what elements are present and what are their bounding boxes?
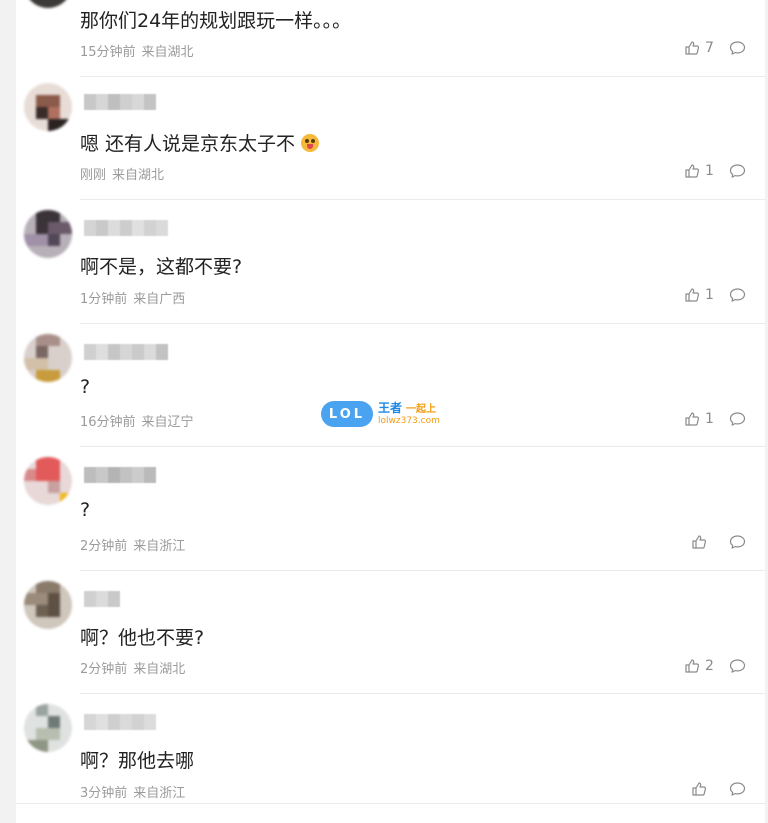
watermark-title: 王者 一起上 xyxy=(378,399,436,416)
comment-time: 1分钟前 xyxy=(80,292,128,307)
comment-text-value: 嗯 还有人说是京东太子不 xyxy=(80,133,296,155)
comment-text: 啊？那他去哪 xyxy=(80,750,195,772)
like-button[interactable]: 2 xyxy=(684,658,714,674)
comment-location: 来自辽宁 xyxy=(141,415,194,430)
like-button[interactable]: 1 xyxy=(684,287,714,303)
comment-meta: 15分钟前 来自湖北 xyxy=(80,41,194,60)
username-blurred[interactable] xyxy=(84,714,156,730)
avatar[interactable] xyxy=(24,210,72,258)
comment-item: 啊？那他去哪 3分钟前 来自浙江 xyxy=(16,694,765,804)
comment-item: 嗯 还有人说是京东太子不 刚刚 来自湖北 1 xyxy=(16,77,765,200)
comment-meta: 刚刚 来自湖北 xyxy=(80,164,164,183)
comment-text: ? xyxy=(80,376,91,398)
reply-icon[interactable] xyxy=(729,658,746,674)
watermark-logo: LOL xyxy=(321,401,373,427)
comment-time: 2分钟前 xyxy=(80,662,128,677)
comment-location: 来自广西 xyxy=(133,292,186,307)
site-watermark: LOL 王者 一起上 lolwz373.com xyxy=(321,399,451,429)
comment-meta: 3分钟前 来自浙江 xyxy=(80,782,185,801)
username-blurred[interactable] xyxy=(84,591,120,607)
like-count: 1 xyxy=(705,287,714,303)
grinning-tongue-emoji xyxy=(301,134,320,152)
avatar[interactable] xyxy=(24,334,72,382)
comment-item: 啊？他也不要? 2分钟前 来自湖北 2 xyxy=(16,571,765,694)
comment-time: 16分钟前 xyxy=(80,415,136,430)
reply-icon[interactable] xyxy=(729,40,746,56)
username-blurred[interactable] xyxy=(84,220,168,236)
comment-meta: 2分钟前 来自湖北 xyxy=(80,658,185,677)
like-button[interactable] xyxy=(691,534,712,550)
thumbs-up-icon xyxy=(685,659,700,673)
comment-time: 3分钟前 xyxy=(80,786,128,801)
comment-text: 啊？他也不要? xyxy=(80,627,205,649)
reply-icon[interactable] xyxy=(729,534,746,550)
comment-location: 来自湖北 xyxy=(112,168,165,183)
avatar[interactable] xyxy=(24,581,72,629)
reply-icon[interactable] xyxy=(729,163,746,179)
comment-item: 啊不是，这都不要? 1分钟前 来自广西 1 xyxy=(16,200,765,324)
thumbs-up-icon xyxy=(685,164,700,178)
like-button[interactable]: 7 xyxy=(684,40,714,56)
like-count: 2 xyxy=(705,658,714,674)
comment-meta: 1分钟前 来自广西 xyxy=(80,288,185,307)
comment-location: 来自浙江 xyxy=(133,539,186,554)
thumbs-up-icon xyxy=(692,782,707,796)
like-button[interactable] xyxy=(691,781,712,797)
divider xyxy=(16,803,765,804)
like-count: 7 xyxy=(705,40,714,56)
watermark-title-main: 王者 xyxy=(378,401,403,415)
thumbs-up-icon xyxy=(685,288,700,302)
comment-location: 来自浙江 xyxy=(133,786,186,801)
reply-icon[interactable] xyxy=(729,287,746,303)
comment-time: 刚刚 xyxy=(80,168,107,183)
comment-item: 那你们24年的规划跟玩一样。。。 15分钟前 来自湖北 7 xyxy=(16,0,765,77)
like-count: 1 xyxy=(705,163,714,179)
avatar[interactable] xyxy=(24,704,72,752)
reply-icon[interactable] xyxy=(729,781,746,797)
avatar[interactable] xyxy=(24,457,72,505)
comment-text: ? xyxy=(80,499,91,521)
comment-time: 15分钟前 xyxy=(80,45,136,60)
watermark-url: lolwz373.com xyxy=(378,416,440,426)
thumbs-up-icon xyxy=(692,535,707,549)
like-button[interactable]: 1 xyxy=(684,163,714,179)
comment-location: 来自湖北 xyxy=(133,662,186,677)
comment-location: 来自湖北 xyxy=(141,45,194,60)
comment-text: 那你们24年的规划跟玩一样。。。 xyxy=(80,10,352,32)
like-count: 1 xyxy=(705,411,714,427)
comment-text: 啊不是，这都不要? xyxy=(80,256,243,278)
comment-time: 2分钟前 xyxy=(80,539,128,554)
comment-text: 嗯 还有人说是京东太子不 xyxy=(80,129,320,156)
username-blurred[interactable] xyxy=(84,94,156,110)
comment-meta: 2分钟前 来自浙江 xyxy=(80,535,185,554)
comment-item: ? 2分钟前 来自浙江 xyxy=(16,447,765,571)
watermark-subtitle: 一起上 xyxy=(406,404,437,415)
avatar[interactable] xyxy=(24,83,72,131)
username-blurred[interactable] xyxy=(84,467,156,483)
like-button[interactable]: 1 xyxy=(684,411,714,427)
thumbs-up-icon xyxy=(685,41,700,55)
reply-icon[interactable] xyxy=(729,411,746,427)
comment-meta: 16分钟前 来自辽宁 xyxy=(80,411,194,430)
username-blurred[interactable] xyxy=(84,344,168,360)
thumbs-up-icon xyxy=(685,412,700,426)
avatar[interactable] xyxy=(24,0,72,8)
